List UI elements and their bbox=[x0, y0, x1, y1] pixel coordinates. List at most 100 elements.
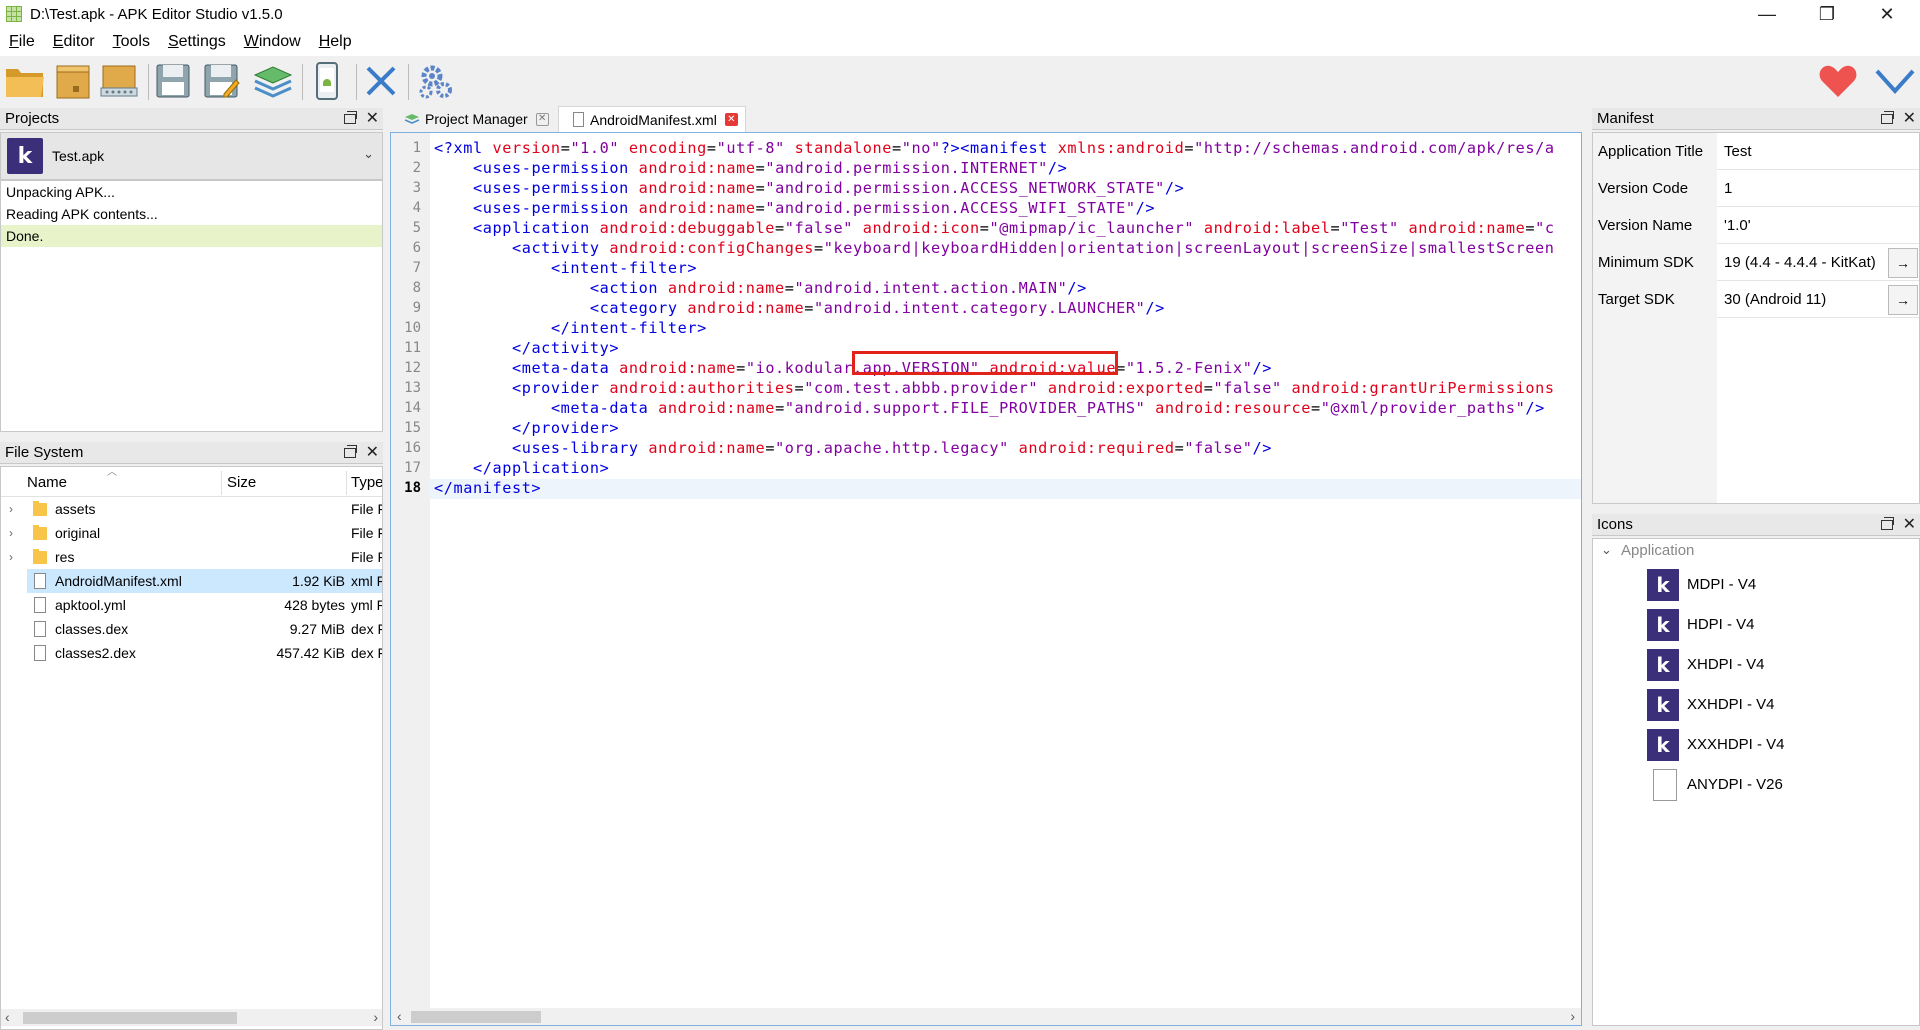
property-value[interactable]: 30 (Android 11) bbox=[1719, 281, 1826, 318]
code-token: = bbox=[736, 359, 746, 377]
minimize-button[interactable]: — bbox=[1740, 0, 1794, 28]
close-window-button[interactable]: ✕ bbox=[1860, 0, 1914, 28]
file-type: File Folder bbox=[351, 501, 382, 517]
undock-icon[interactable] bbox=[343, 445, 357, 458]
code-token: ?> bbox=[940, 139, 961, 157]
menu-help[interactable]: Help bbox=[310, 33, 361, 51]
tab-close-icon[interactable]: ✕ bbox=[724, 113, 738, 126]
close-project-button[interactable] bbox=[358, 58, 404, 104]
save-icon bbox=[156, 64, 190, 98]
code-line: <category android:name="android.intent.c… bbox=[434, 299, 1165, 317]
code-token: <activity bbox=[511, 239, 610, 257]
undock-icon[interactable] bbox=[1880, 111, 1894, 124]
code-token: <category bbox=[589, 299, 688, 317]
column-header-size[interactable]: Size bbox=[227, 467, 256, 497]
folder-row[interactable]: › original File Folder bbox=[1, 521, 382, 545]
folder-row[interactable]: › res File Folder bbox=[1, 545, 382, 569]
scroll-left-icon[interactable]: ‹ bbox=[397, 1008, 402, 1025]
code-token: <uses-permission bbox=[472, 179, 639, 197]
close-panel-icon[interactable]: ✕ bbox=[1903, 517, 1916, 533]
column-header-type[interactable]: Type bbox=[351, 467, 382, 497]
code-token: /> bbox=[1145, 299, 1165, 317]
code-line: <provider android:authorities="com.test.… bbox=[434, 379, 1555, 397]
icon-item[interactable]: k XXXHDPI - V4 bbox=[1593, 725, 1919, 765]
scrollbar-thumb[interactable] bbox=[411, 1011, 541, 1023]
scroll-right-icon[interactable]: › bbox=[373, 1009, 378, 1026]
chevron-right-icon[interactable]: › bbox=[9, 545, 13, 569]
file-row[interactable]: AndroidManifest.xml 1.92 KiB xml File bbox=[27, 569, 382, 593]
code-token: = bbox=[1310, 399, 1321, 417]
code-token: = bbox=[794, 379, 805, 397]
sdk-select-button[interactable]: → bbox=[1888, 285, 1918, 315]
install-device-button[interactable] bbox=[304, 58, 350, 104]
code-token: </application> bbox=[472, 459, 610, 477]
tab-close-icon[interactable]: ✕ bbox=[535, 112, 549, 126]
icons-group-application[interactable]: ⌄ Application bbox=[1593, 539, 1919, 563]
save-as-button[interactable] bbox=[198, 58, 244, 104]
icon-item[interactable]: k XXHDPI - V4 bbox=[1593, 685, 1919, 725]
code-token: </activity> bbox=[511, 339, 620, 357]
open-apk-button[interactable] bbox=[2, 58, 48, 104]
scrollbar-thumb[interactable] bbox=[23, 1012, 237, 1024]
file-row[interactable]: classes.dex 9.27 MiB dex File bbox=[1, 617, 382, 641]
close-panel-icon[interactable]: ✕ bbox=[366, 445, 379, 461]
save-button[interactable] bbox=[150, 58, 196, 104]
code-line: </intent-filter> bbox=[434, 319, 707, 337]
icon-label: MDPI - V4 bbox=[1687, 576, 1757, 593]
chevron-right-icon[interactable]: › bbox=[9, 497, 13, 521]
menu-settings[interactable]: Settings bbox=[159, 33, 235, 51]
sdk-select-button[interactable]: → bbox=[1888, 248, 1918, 278]
group-label: Application bbox=[1621, 542, 1695, 559]
property-value[interactable]: 1 bbox=[1719, 170, 1732, 207]
undock-icon[interactable] bbox=[343, 111, 357, 124]
icon-item[interactable]: k MDPI - V4 bbox=[1593, 565, 1919, 605]
file-row[interactable]: classes2.dex 457.42 KiB dex File bbox=[1, 641, 382, 665]
code-editor[interactable]: 1 2 3 4 5 6 7 8 9 10 11 12 13 14 15 16 17 18 <?xml versio… bbox=[390, 132, 1582, 1026]
scroll-right-icon[interactable]: › bbox=[1570, 1008, 1575, 1025]
menu-window[interactable]: Window bbox=[235, 33, 310, 51]
column-header-name[interactable]: Name bbox=[27, 467, 67, 497]
layers-button[interactable] bbox=[250, 58, 296, 104]
undock-icon[interactable] bbox=[1880, 517, 1894, 530]
line-number: 10 bbox=[404, 320, 421, 336]
icon-item[interactable]: ANYDPI - V26 bbox=[1593, 765, 1919, 805]
property-value[interactable]: 19 (4.4 - 4.4.4 - KitKat) bbox=[1719, 244, 1876, 281]
property-value[interactable]: Test bbox=[1719, 133, 1752, 170]
chevron-right-icon[interactable]: › bbox=[9, 521, 13, 545]
tab-project-manager[interactable]: Project Manager ✕ bbox=[390, 106, 550, 132]
horizontal-scrollbar[interactable]: ‹ › bbox=[1, 1009, 382, 1026]
open-archive-icon bbox=[100, 65, 138, 97]
manifest-properties: Application Title Test Version Code 1 Versio… bbox=[1592, 132, 1920, 504]
property-value[interactable]: '1.0' bbox=[1719, 207, 1751, 244]
icon-item[interactable]: k HDPI - V4 bbox=[1593, 605, 1919, 645]
menu-tools[interactable]: Tools bbox=[104, 33, 159, 51]
close-panel-icon[interactable]: ✕ bbox=[1903, 111, 1916, 127]
icon-item[interactable]: k XHDPI - V4 bbox=[1593, 645, 1919, 685]
folder-row[interactable]: › assets File Folder bbox=[1, 497, 382, 521]
project-selector[interactable]: k Test.apk ⌄ bbox=[0, 132, 383, 180]
open-folder-button[interactable] bbox=[50, 58, 96, 104]
file-row[interactable]: apktool.yml 428 bytes yml File bbox=[1, 593, 382, 617]
donate-button[interactable] bbox=[1815, 58, 1861, 104]
scroll-left-icon[interactable]: ‹ bbox=[5, 1009, 10, 1026]
open-archive-button[interactable] bbox=[96, 58, 142, 104]
toolbar-separator bbox=[408, 64, 409, 100]
file-type: dex File bbox=[351, 621, 382, 637]
check-update-button[interactable] bbox=[1872, 58, 1918, 104]
menu-file[interactable]: File bbox=[0, 33, 44, 51]
file-type: File Folder bbox=[351, 525, 382, 541]
tab-androidmanifest[interactable]: AndroidManifest.xml ✕ bbox=[558, 106, 746, 132]
maximize-button[interactable]: ❐ bbox=[1800, 0, 1854, 28]
title-bar: D:\Test.apk - APK Editor Studio v1.5.0 —… bbox=[0, 0, 1920, 28]
close-panel-icon[interactable]: ✕ bbox=[366, 111, 379, 127]
menu-editor[interactable]: Editor bbox=[44, 33, 104, 51]
menu-label: ools bbox=[120, 33, 150, 50]
code-line: </activity> bbox=[434, 339, 619, 357]
code-token: android:configChanges bbox=[609, 239, 815, 257]
editor-horizontal-scrollbar[interactable]: ‹ › bbox=[391, 1008, 1581, 1025]
settings-button[interactable] bbox=[412, 58, 458, 104]
menu-label: ile bbox=[18, 33, 35, 50]
